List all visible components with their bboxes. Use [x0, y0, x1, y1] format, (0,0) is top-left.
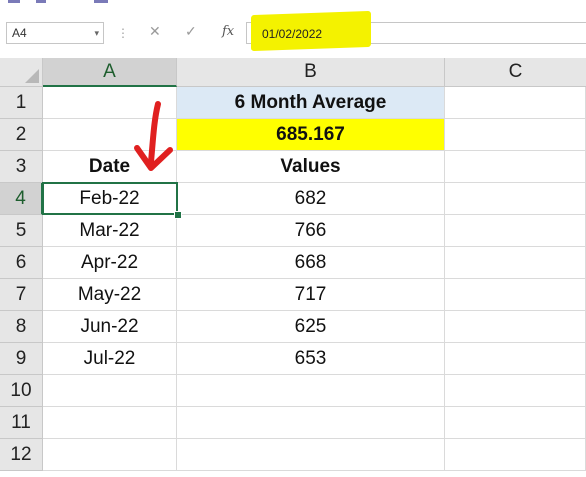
row-header-2[interactable]: 2 — [0, 119, 43, 151]
cell-c8[interactable] — [445, 311, 586, 343]
cell-b7[interactable]: 717 — [177, 279, 445, 311]
cell-c10[interactable] — [445, 375, 586, 407]
formula-content[interactable]: 01/02/2022 — [262, 27, 322, 41]
cell-b9[interactable]: 653 — [177, 343, 445, 375]
chevron-down-icon[interactable]: ▾ — [94, 23, 99, 43]
cell-c4[interactable] — [445, 183, 586, 215]
name-box[interactable]: A4 ▾ — [6, 22, 104, 44]
row-header-4[interactable]: 4 — [0, 183, 43, 215]
cell-a6[interactable]: Apr-22 — [43, 247, 177, 279]
cell-a12[interactable] — [43, 439, 177, 471]
row-header-1[interactable]: 1 — [0, 87, 43, 119]
cell-b12[interactable] — [177, 439, 445, 471]
cell-a5[interactable]: Mar-22 — [43, 215, 177, 247]
enter-icon[interactable]: ✓ — [185, 23, 197, 40]
active-cell-border — [42, 182, 178, 215]
cell-b3[interactable]: Values — [177, 151, 445, 183]
formula-bar-grip-icon: ⋮ — [117, 26, 129, 40]
column-header-b[interactable]: B — [177, 58, 445, 87]
fill-handle[interactable] — [174, 211, 182, 219]
row-header-6[interactable]: 6 — [0, 247, 43, 279]
save-icon[interactable] — [8, 0, 20, 3]
annotation-arrow-icon — [134, 101, 173, 171]
cell-c6[interactable] — [445, 247, 586, 279]
cell-a7[interactable]: May-22 — [43, 279, 177, 311]
row-header-5[interactable]: 5 — [0, 215, 43, 247]
column-header-c[interactable]: C — [445, 58, 586, 87]
cell-a10[interactable] — [43, 375, 177, 407]
cell-a9[interactable]: Jul-22 — [43, 343, 177, 375]
cell-c5[interactable] — [445, 215, 586, 247]
row-header-7[interactable]: 7 — [0, 279, 43, 311]
cell-b10[interactable] — [177, 375, 445, 407]
name-box-value: A4 — [12, 26, 27, 40]
cell-c9[interactable] — [445, 343, 586, 375]
cell-a11[interactable] — [43, 407, 177, 439]
row-header-3[interactable]: 3 — [0, 151, 43, 183]
cell-b6[interactable]: 668 — [177, 247, 445, 279]
row-header-10[interactable]: 10 — [0, 375, 43, 407]
cell-a8[interactable]: Jun-22 — [43, 311, 177, 343]
quick-access-toolbar-edge — [0, 0, 586, 10]
column-header-a[interactable]: A — [43, 58, 177, 87]
undo-icon[interactable] — [36, 0, 46, 3]
row-header-11[interactable]: 11 — [0, 407, 43, 439]
cell-c7[interactable] — [445, 279, 586, 311]
cancel-icon[interactable]: ✕ — [149, 23, 161, 40]
row-header-9[interactable]: 9 — [0, 343, 43, 375]
cell-b1[interactable]: 6 Month Average — [177, 87, 445, 119]
formula-bar: A4 ▾ ⋮ ✕ ✓ fx 01/02/2022 — [0, 10, 586, 59]
row-header-8[interactable]: 8 — [0, 311, 43, 343]
cell-c3[interactable] — [445, 151, 586, 183]
cell-b2[interactable]: 685.167 — [177, 119, 445, 151]
insert-function-icon[interactable]: fx — [222, 24, 234, 39]
cell-b11[interactable] — [177, 407, 445, 439]
cell-c12[interactable] — [445, 439, 586, 471]
cell-c11[interactable] — [445, 407, 586, 439]
cell-b5[interactable]: 766 — [177, 215, 445, 247]
row-header-12[interactable]: 12 — [0, 439, 43, 471]
redo-icon[interactable] — [94, 0, 108, 3]
select-all-button[interactable] — [0, 58, 43, 87]
cell-b4[interactable]: 682 — [177, 183, 445, 215]
cell-c1[interactable] — [445, 87, 586, 119]
cell-c2[interactable] — [445, 119, 586, 151]
cell-b8[interactable]: 625 — [177, 311, 445, 343]
